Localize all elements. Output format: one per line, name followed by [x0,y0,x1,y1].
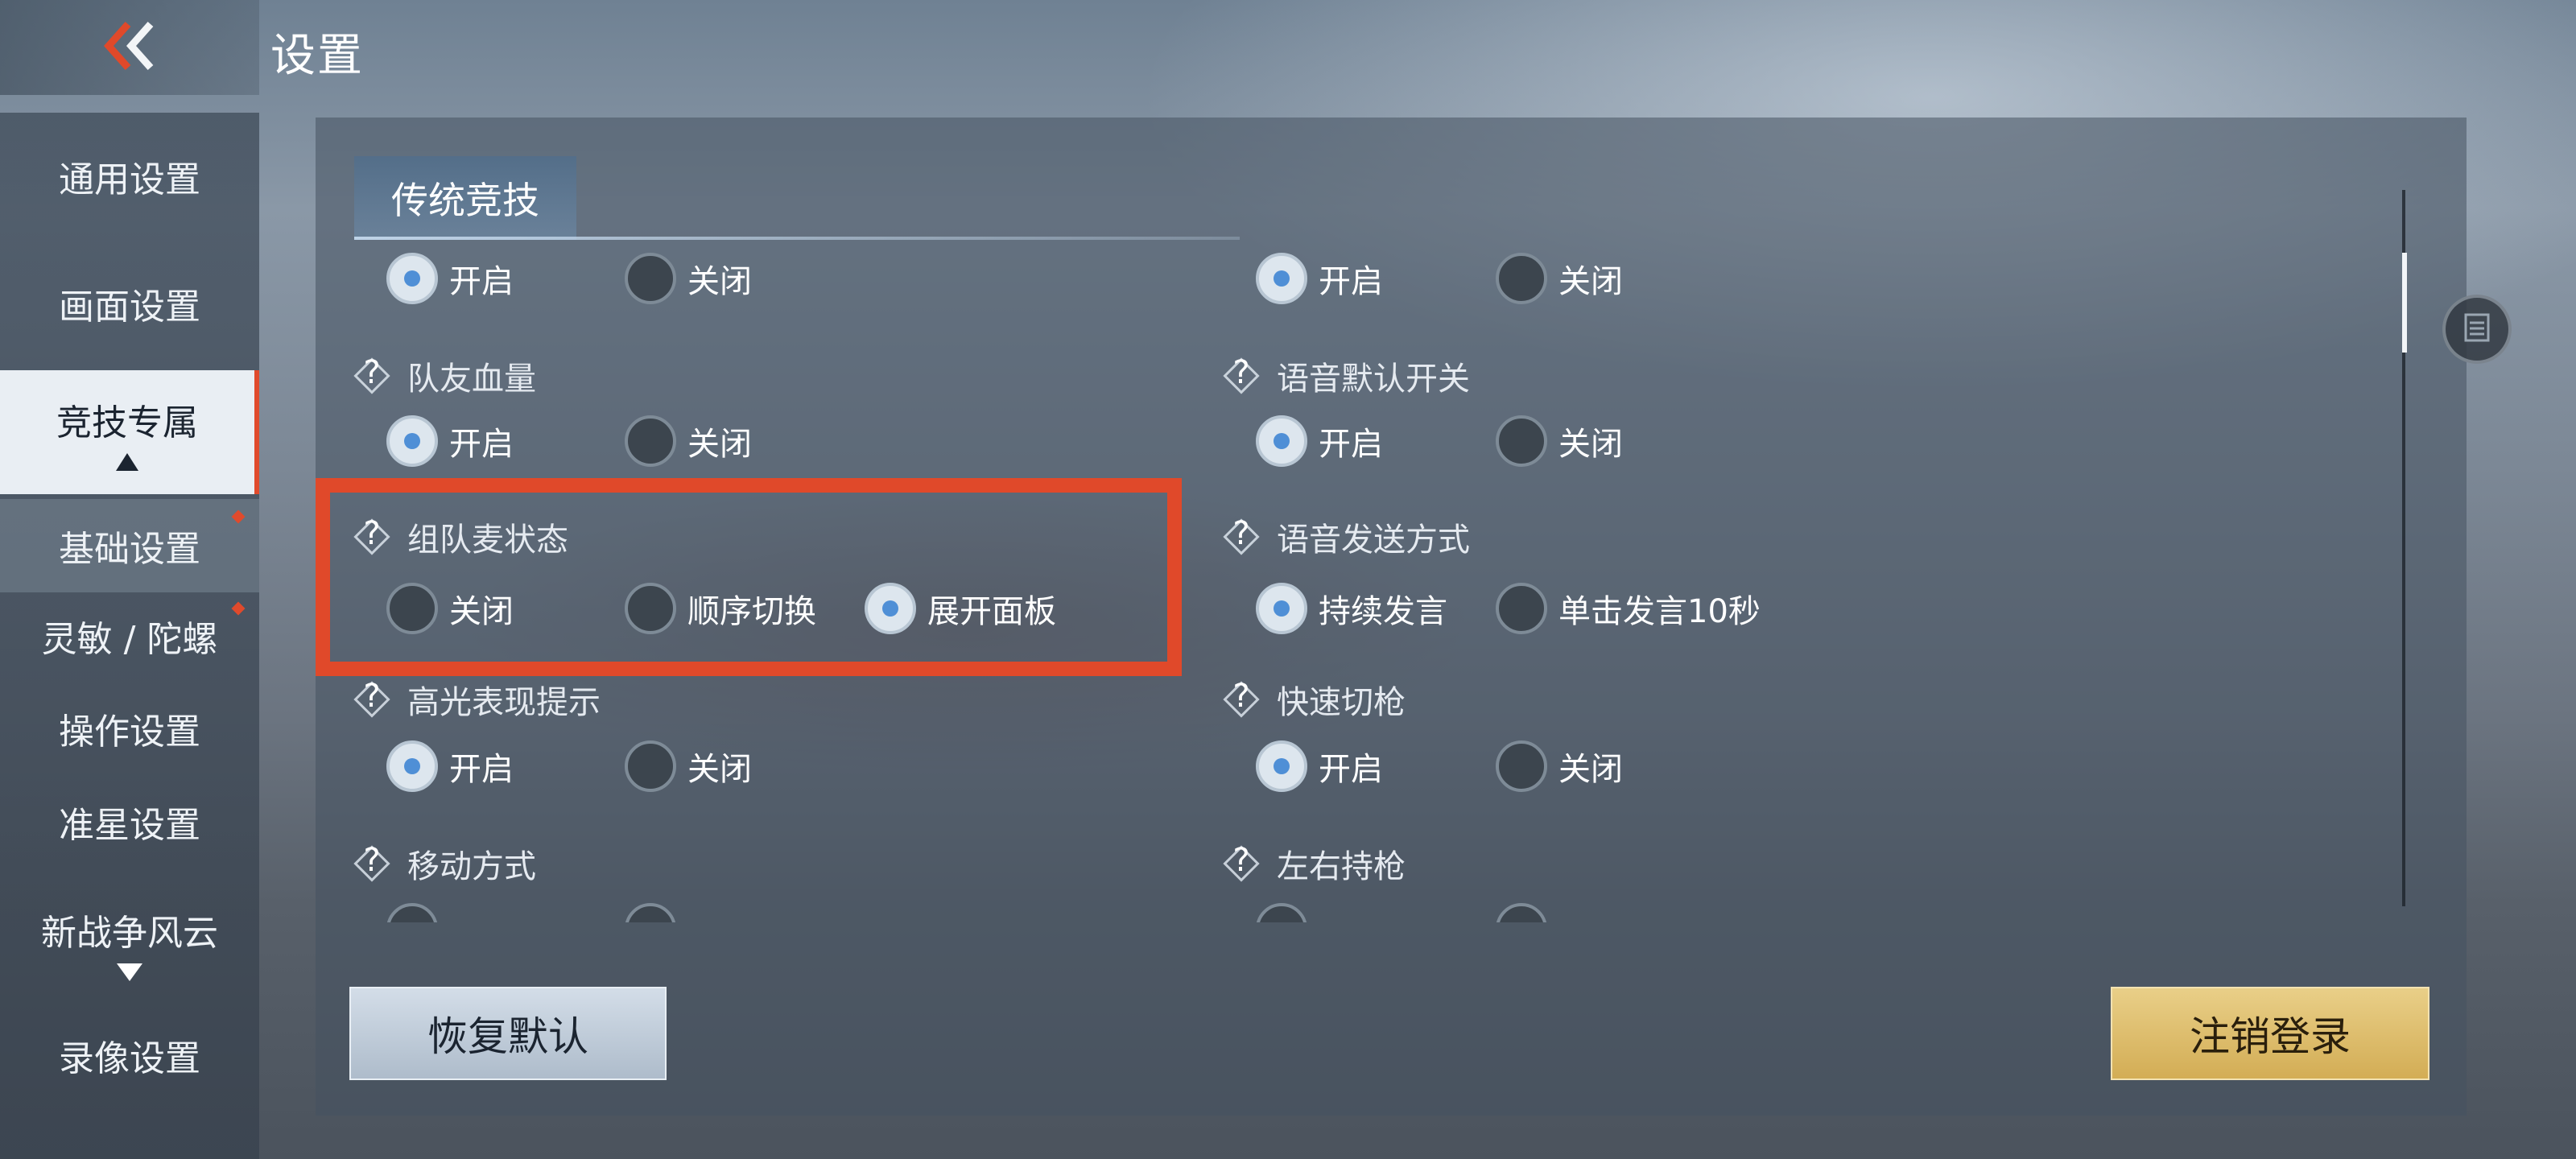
logout-button[interactable]: 注销登录 [2111,987,2429,1080]
sidebar-item-label: 基础设置 [59,529,200,570]
sidebar-item-graphics[interactable]: 画面设置 [0,243,259,364]
right-row0-option-off[interactable]: 关闭 [1496,253,1623,304]
highlight-tip-option-on[interactable]: 开启 [386,740,514,792]
floating-menu-button[interactable] [2442,295,2512,364]
sidebar-item-label: 录像设置 [59,1038,200,1079]
help-icon[interactable]: ? [1223,516,1260,555]
sidebar-item-sensitivity[interactable]: 灵敏 / 陀螺 [0,580,259,692]
radio-selected-icon [386,740,438,792]
radio-unselected-icon [1496,903,1547,922]
radio-selected-icon [1256,583,1307,634]
sidebar-item-label: 操作设置 [59,711,200,753]
voice-send-option-continuous[interactable]: 持续发言 [1256,583,1447,634]
sidebar-item-replay[interactable]: 录像设置 [0,1003,259,1107]
highlight-tip-option-off[interactable]: 关闭 [625,740,752,792]
sidebar-item-label: 灵敏 / 陀螺 [41,619,218,660]
hold-gun-option-1[interactable] [1256,903,1319,922]
sidebar-item-label: 通用设置 [59,159,200,200]
help-icon[interactable]: ? [353,678,390,718]
highlight-tip-label: ? 高光表现提示 [353,676,601,723]
radio-unselected-icon [1256,903,1307,922]
tab-classic[interactable]: 传统竞技 [354,156,576,240]
radio-unselected-icon [625,415,676,467]
radio-unselected-icon [386,903,438,922]
move-mode-label: ? 移动方式 [353,840,536,887]
radio-unselected-icon [625,740,676,792]
move-mode-option-2[interactable] [625,903,687,922]
left-row0-option-on[interactable]: 开启 [386,253,514,304]
quick-switch-option-on[interactable]: 开启 [1256,740,1383,792]
voice-default-option-on[interactable]: 开启 [1256,415,1383,467]
triangle-down-icon [117,963,142,981]
menu-icon [2459,310,2495,349]
teammate-hp-option-on[interactable]: 开启 [386,415,514,467]
sidebar-item-competitive[interactable]: 竞技专属 [0,370,259,494]
hold-gun-label: ? 左右持枪 [1223,840,1406,887]
hold-gun-option-2[interactable] [1496,903,1558,922]
triangle-up-icon [116,453,138,471]
left-row0-option-off[interactable]: 关闭 [625,253,752,304]
radio-unselected-icon [1496,415,1547,467]
restore-default-button[interactable]: 恢复默认 [349,987,667,1080]
tab-underline [354,237,1240,240]
teammate-hp-label: ? 队友血量 [353,353,536,399]
radio-unselected-icon [1496,583,1547,634]
radio-selected-icon [1256,740,1307,792]
radio-selected-icon [1256,253,1307,304]
help-icon[interactable]: ? [1223,843,1260,882]
quick-switch-label: ? 快速切枪 [1223,676,1406,723]
highlight-annotation-box [316,478,1182,676]
radio-selected-icon [1256,415,1307,467]
teammate-hp-option-off[interactable]: 关闭 [625,415,752,467]
move-mode-option-1[interactable] [386,903,449,922]
top-bar: 设置 [0,0,2576,95]
sidebar-item-controls[interactable]: 操作设置 [0,676,259,781]
radio-unselected-icon [1496,740,1547,792]
voice-default-label: ? 语音默认开关 [1223,353,1470,399]
help-icon[interactable]: ? [1223,678,1260,718]
sidebar-item-crosshair[interactable]: 准星设置 [0,769,259,874]
voice-send-label: ? 语音发送方式 [1223,514,1470,560]
voice-send-option-tap10s[interactable]: 单击发言10秒 [1496,583,1761,634]
radio-selected-icon [386,415,438,467]
sidebar-item-label: 竞技专属 [56,402,198,443]
radio-unselected-icon [625,903,676,922]
voice-default-option-off[interactable]: 关闭 [1496,415,1623,467]
sidebar-item-label: 新战争风云 [41,913,218,954]
radio-unselected-icon [625,253,676,304]
sidebar-item-label: 准星设置 [59,805,200,846]
help-icon[interactable]: ? [353,843,390,882]
double-chevron-left-icon [97,18,162,77]
scrollbar-thumb[interactable] [2402,253,2407,353]
right-row0-option-on[interactable]: 开启 [1256,253,1383,304]
radio-unselected-icon [1496,253,1547,304]
sidebar-item-general[interactable]: 通用设置 [0,116,259,237]
quick-switch-option-off[interactable]: 关闭 [1496,740,1623,792]
sidebar-item-label: 画面设置 [59,287,200,328]
sidebar-item-new-war[interactable]: 新战争风云 [0,874,259,1011]
tab-label: 传统竞技 [391,179,539,222]
sidebar-item-basic[interactable]: 基础设置 [0,499,259,592]
radio-selected-icon [386,253,438,304]
page-title: 设置 [270,30,364,82]
help-icon[interactable]: ? [1223,355,1260,394]
help-icon[interactable]: ? [353,355,390,394]
back-button[interactable] [0,0,259,95]
